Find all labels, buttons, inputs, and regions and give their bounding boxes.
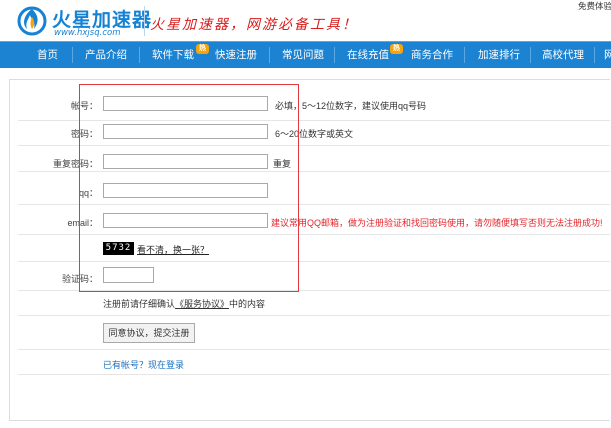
row-divider — [18, 261, 610, 262]
email-input[interactable] — [103, 213, 268, 228]
login-link[interactable]: 已有帐号？现在登录 — [103, 358, 184, 371]
hot-badge: 热 — [390, 44, 403, 54]
slogan: 火星加速器，网游必备工具！ — [150, 17, 358, 33]
terms-suffix: 中的内容 — [229, 299, 266, 309]
qq-label: qq： — [78, 188, 98, 198]
nav-divider — [334, 47, 335, 63]
repeat-password-label: 重复密码： — [52, 159, 98, 169]
terms-prefix: 注册前请仔细确认 — [103, 299, 176, 309]
nav-divider — [530, 47, 531, 63]
nav-divider — [139, 47, 140, 63]
nav-divider — [464, 47, 465, 63]
repeat-password-hint: 重复 — [273, 159, 292, 169]
password-hint: 6～20位数字或英文 — [275, 129, 354, 139]
email-label: email： — [67, 218, 98, 228]
repeat-password-input[interactable] — [103, 154, 268, 169]
account-hint: 必填，5～12位数字，建议使用qq号码 — [275, 101, 427, 111]
row-divider — [18, 349, 610, 350]
nav-item-register[interactable]: 快速注册 — [215, 42, 257, 68]
nav-item-ranking[interactable]: 加速排行 — [478, 42, 520, 68]
row-divider — [18, 120, 610, 121]
row-divider — [18, 290, 610, 291]
row-divider — [18, 315, 610, 316]
hot-badge: 热 — [196, 44, 209, 54]
nav-divider — [594, 47, 595, 63]
password-label: 密码： — [70, 129, 98, 139]
row-divider — [18, 234, 610, 235]
email-hint: 建议常用QQ邮箱，做为注册验证和找回密码使用，请勿随便填写否则无法注册成功! — [271, 218, 603, 228]
free-trial-link[interactable]: 免费体验 — [578, 0, 611, 12]
captcha-refresh-link[interactable]: 看不清，换一张？ — [137, 243, 209, 256]
flame-logo-icon — [17, 6, 47, 36]
nav-item-campus-agent[interactable]: 高校代理 — [542, 42, 584, 68]
service-agreement-link[interactable]: 《服务协议》 — [175, 299, 229, 309]
nav-item-recharge[interactable]: 在线充值 — [347, 42, 389, 68]
captcha-image[interactable]: 5732 — [103, 242, 134, 255]
nav-item-home[interactable]: 首页 — [37, 42, 58, 68]
logo-url: www.hxjsq.com — [54, 28, 121, 38]
nav-item-more[interactable]: 网 — [604, 42, 611, 68]
terms-text: 注册前请仔细确认《服务协议》中的内容 — [103, 297, 265, 310]
nav-item-faq[interactable]: 常见问题 — [282, 42, 324, 68]
password-input[interactable] — [103, 124, 268, 139]
nav-divider — [72, 47, 73, 63]
verify-code-input[interactable] — [103, 267, 154, 283]
row-divider — [18, 204, 610, 205]
row-divider — [18, 145, 610, 146]
row-divider — [18, 374, 610, 375]
account-label: 帐号： — [70, 101, 98, 111]
site-logo[interactable]: 火星加速器 www.hxjsq.com — [16, 3, 151, 39]
account-input[interactable] — [103, 96, 268, 111]
nav-item-product[interactable]: 产品介绍 — [85, 42, 127, 68]
main-nav: 首页 产品介绍 软件下载 热 快速注册 常见问题 在线充值 热 商务合作 加速排… — [0, 41, 611, 68]
row-divider — [18, 171, 610, 172]
nav-divider — [269, 47, 270, 63]
site-header: 火星加速器 www.hxjsq.com 火星加速器，网游必备工具！ 免费体验 — [0, 0, 611, 41]
nav-item-download[interactable]: 软件下载 — [152, 42, 194, 68]
nav-item-business[interactable]: 商务合作 — [411, 42, 453, 68]
header-divider — [144, 6, 145, 36]
verify-code-label: 验证码： — [61, 274, 98, 284]
qq-input[interactable] — [103, 183, 268, 198]
submit-register-button[interactable]: 同意协议，提交注册 — [103, 323, 195, 343]
